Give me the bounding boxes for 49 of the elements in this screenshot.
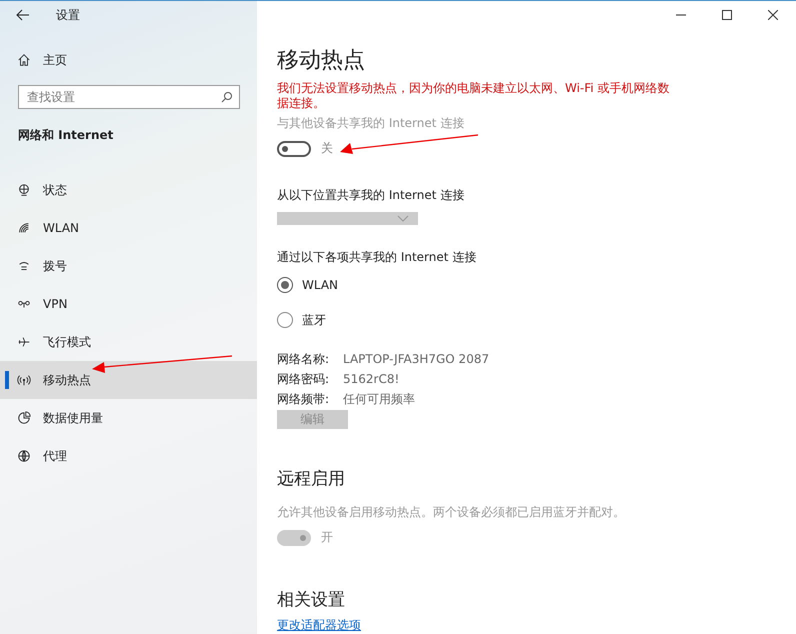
- hotspot-icon: [17, 373, 31, 387]
- sidebar-item[interactable]: 移动热点: [0, 361, 257, 399]
- info-value: LAPTOP-JFA3H7GO 2087: [343, 352, 490, 367]
- window-title: 设置: [56, 6, 80, 24]
- sidebar-item[interactable]: 状态: [0, 171, 257, 209]
- sidebar-item[interactable]: VPN: [0, 285, 257, 323]
- close-icon: [768, 10, 778, 20]
- info-value: 5162rC8!: [343, 372, 400, 387]
- section-title: 远程启用: [277, 468, 346, 490]
- airplane-icon: [17, 335, 31, 349]
- section-title: 相关设置: [277, 589, 346, 611]
- home-link[interactable]: 主页: [0, 45, 257, 75]
- home-icon: [17, 53, 31, 67]
- radio-group-label: 通过以下各项共享我的 Internet 连接: [277, 249, 478, 266]
- toggle-state: 关: [321, 140, 333, 157]
- radio-label: 蓝牙: [302, 312, 326, 328]
- toggle-state: 开: [321, 529, 333, 546]
- toggle-switch[interactable]: [277, 140, 311, 156]
- info-label: 网络名称:: [277, 352, 330, 367]
- radio-label: WLAN: [302, 278, 338, 292]
- maximize-icon: [722, 10, 732, 20]
- adapter-options-link[interactable]: 更改适配器选项: [277, 618, 361, 632]
- error-message: 我们无法设置移动热点，因为你的电脑未建立以太网、Wi-Fi 或手机网络数据连接。: [277, 81, 670, 111]
- radio-button[interactable]: [277, 312, 293, 328]
- search-field[interactable]: 查找设置: [18, 85, 240, 109]
- section-description: 允许其他设备启用移动热点。两个设备必须都已启用蓝牙并配对。: [277, 504, 626, 521]
- info-value: 任何可用频率: [343, 392, 416, 407]
- section-heading: 网络和 Internet: [17, 127, 114, 144]
- sidebar-item[interactable]: WLAN: [0, 209, 257, 247]
- dropdown-label: 从以下位置共享我的 Internet 连接: [277, 187, 466, 204]
- radio-option[interactable]: 蓝牙: [277, 310, 796, 330]
- sidebar-item[interactable]: 拨号: [0, 247, 257, 285]
- dialup-icon: [17, 259, 31, 273]
- radio-option[interactable]: WLAN: [277, 275, 796, 295]
- info-label: 网络密码:: [277, 372, 330, 387]
- sidebar-item[interactable]: 数据使用量: [0, 399, 257, 437]
- sidebar-item[interactable]: 代理: [0, 437, 257, 475]
- wifi-icon: [17, 221, 31, 235]
- radio-button[interactable]: [277, 277, 293, 293]
- search-icon: [221, 91, 233, 103]
- chevron-icon: [397, 215, 409, 222]
- data-icon: [17, 411, 31, 425]
- back-icon[interactable]: [16, 9, 30, 21]
- globe-icon: [17, 449, 31, 463]
- status-icon: [17, 183, 31, 197]
- info-label: 网络频带:: [277, 392, 330, 407]
- page-title: 移动热点: [277, 47, 366, 75]
- sidebar-item[interactable]: 飞行模式: [0, 323, 257, 361]
- toggle-label: 与其他设备共享我的 Internet 连接: [277, 115, 466, 132]
